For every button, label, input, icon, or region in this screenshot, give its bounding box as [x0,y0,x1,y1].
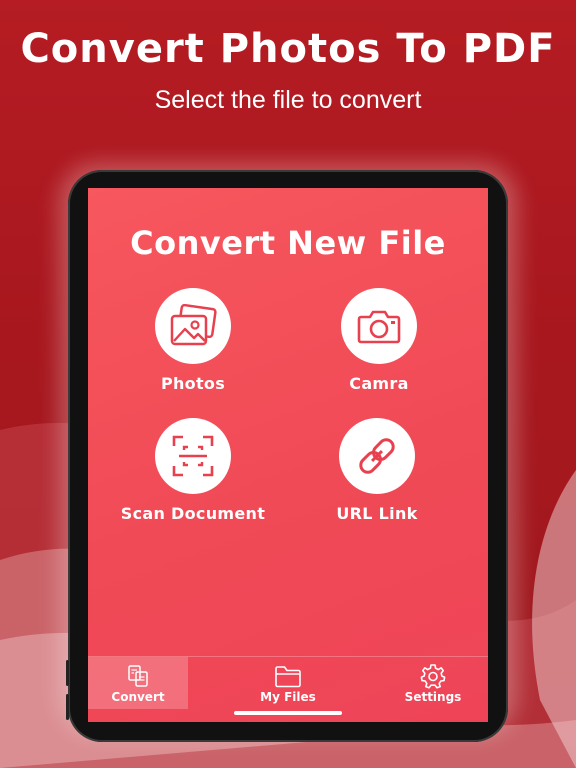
promo-title: Convert Photos To PDF [20,26,556,72]
tablet-side-button [66,694,69,720]
url-link-option-circle[interactable] [339,418,415,494]
folder-icon [275,666,301,688]
app-screen: Convert New File Photos Camra Scan Docum… [88,188,488,722]
photos-option-circle[interactable] [155,288,231,364]
gear-icon [420,664,446,689]
link-icon [359,438,395,474]
camera-option[interactable]: Camra [289,288,469,393]
tab-convert-label: Convert [111,690,165,704]
camera-option-circle[interactable] [341,288,417,364]
tab-convert[interactable]: Convert [88,657,188,709]
tab-settings-label: Settings [404,690,462,704]
convert-icon [128,665,148,687]
scan-document-option-circle[interactable] [155,418,231,494]
scan-document-option[interactable]: Scan Document [103,418,283,523]
screen-title: Convert New File [130,224,446,262]
url-link-label: URL Link [336,504,418,523]
url-link-option[interactable]: URL Link [287,418,467,523]
photos-label: Photos [160,374,226,393]
home-indicator [234,711,342,715]
promo-subtitle: Select the file to convert [154,86,422,114]
camera-label: Camra [349,374,409,393]
tab-my-files[interactable]: My Files [238,657,338,709]
photos-option[interactable]: Photos [103,288,283,393]
camera-icon [357,310,401,344]
photos-icon [170,304,217,346]
scan-document-label: Scan Document [120,504,266,523]
tablet-side-button [66,660,69,686]
scan-document-icon [172,435,214,477]
tab-settings[interactable]: Settings [383,657,483,709]
tab-my-files-label: My Files [260,690,316,704]
